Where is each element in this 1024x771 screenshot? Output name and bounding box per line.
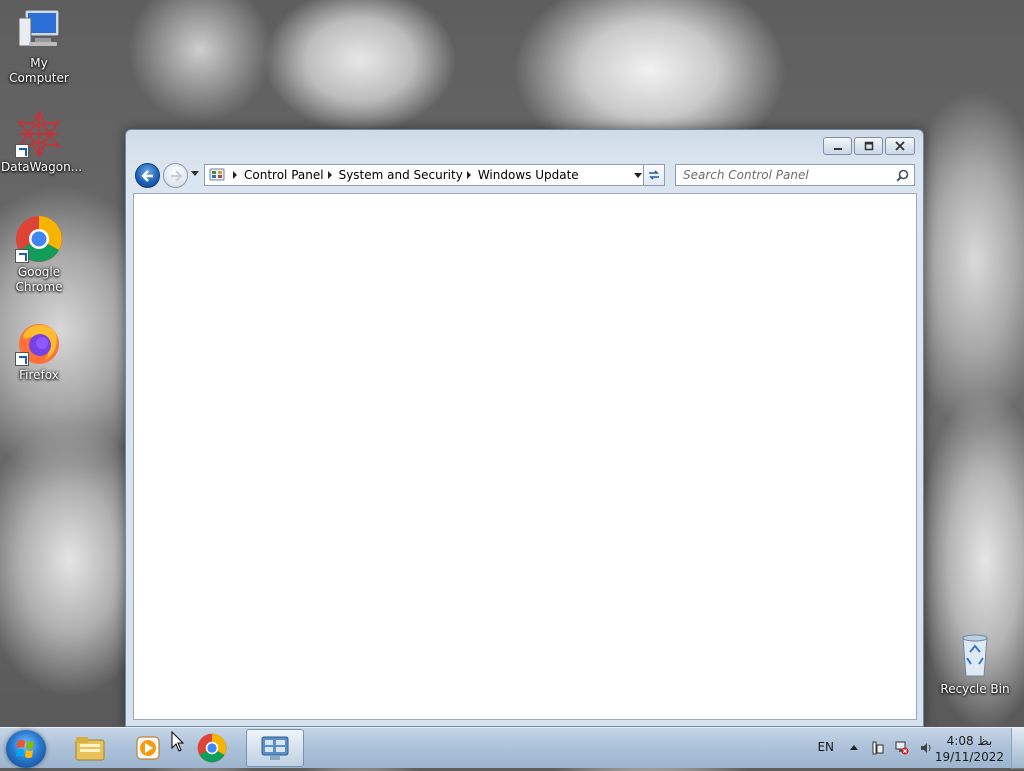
desktop-icon-label: My Computer (9, 56, 69, 85)
desktop-icon-recycle-bin[interactable]: Recycle Bin (937, 632, 1013, 697)
address-dropdown-icon[interactable] (634, 173, 642, 178)
datawagon-icon (15, 109, 63, 159)
clock-date: 19/11/2022 (934, 750, 1004, 764)
windows-logo-icon (16, 740, 34, 758)
taskbar-control-panel[interactable] (246, 729, 304, 767)
breadcrumb-system-and-security[interactable]: System and Security (339, 168, 463, 182)
chrome-icon (15, 215, 63, 263)
close-button[interactable] (885, 137, 915, 155)
chrome-icon (197, 733, 227, 763)
desktop-icon-label: Firefox (19, 368, 59, 382)
taskbar-media-player[interactable] (120, 729, 176, 767)
taskbar-chrome[interactable] (184, 729, 240, 767)
firefox-icon (15, 318, 63, 366)
minimize-button[interactable] (823, 137, 852, 155)
maximize-button[interactable] (854, 137, 883, 155)
media-player-icon (136, 736, 160, 760)
window-controls (823, 137, 915, 155)
clock-time: 4:08 بظ (946, 734, 993, 748)
windows-explorer-icon (75, 737, 105, 761)
desktop-icon-my-computer[interactable]: My Computer (1, 6, 77, 86)
navigation-bar: Control Panel System and Security Window… (134, 162, 915, 188)
close-icon (895, 141, 905, 151)
desktop-icon-label: Google Chrome (15, 265, 63, 294)
volume-icon[interactable] (919, 741, 933, 755)
shortcut-arrow-icon (15, 144, 29, 158)
desktop-icon-firefox[interactable]: Firefox (1, 318, 77, 383)
recycle-bin-icon (951, 632, 999, 680)
desktop-icon-datawagon[interactable]: DataWagon... (1, 109, 83, 175)
computer-icon (15, 6, 63, 54)
show-desktop-button[interactable] (1011, 728, 1024, 769)
forward-button[interactable] (163, 163, 188, 188)
shortcut-arrow-icon (15, 249, 29, 263)
desktop-icon-chrome[interactable]: Google Chrome (1, 215, 77, 295)
desktop-icon-label: Recycle Bin (940, 682, 1010, 696)
search-icon[interactable] (896, 169, 909, 182)
search-placeholder: Search Control Panel (683, 168, 809, 182)
breadcrumb-separator-icon[interactable] (327, 171, 332, 179)
content-area (133, 193, 917, 720)
shortcut-arrow-icon (15, 352, 29, 366)
desktop-icon-label: DataWagon... (1, 160, 83, 174)
network-error-icon[interactable] (895, 741, 909, 755)
mouse-cursor-icon (171, 731, 185, 752)
action-center-icon[interactable] (871, 741, 885, 755)
language-indicator[interactable]: EN (817, 740, 834, 754)
back-button[interactable] (135, 163, 160, 188)
back-arrow-icon (140, 169, 153, 182)
breadcrumb-separator-icon[interactable] (466, 171, 471, 179)
clock[interactable]: 4:08 بظ 19/11/2022 (935, 733, 1004, 765)
control-panel-icon (261, 736, 289, 760)
breadcrumb-separator-icon[interactable] (233, 171, 237, 179)
address-bar[interactable]: Control Panel System and Security Window… (204, 164, 647, 186)
forward-arrow-icon (170, 169, 183, 182)
recent-pages-dropdown-icon[interactable] (191, 171, 199, 176)
search-box[interactable]: Search Control Panel (675, 164, 915, 186)
refresh-button[interactable] (643, 164, 665, 186)
refresh-icon (649, 170, 659, 180)
control-panel-window[interactable]: Control Panel System and Security Window… (125, 129, 924, 727)
breadcrumb-windows-update[interactable]: Windows Update (478, 168, 579, 182)
taskbar: EN 4:08 بظ 19/11/2022 (0, 727, 1024, 769)
show-hidden-icons-icon[interactable] (850, 745, 858, 750)
start-button[interactable] (6, 730, 46, 768)
breadcrumb-control-panel[interactable]: Control Panel (244, 168, 324, 182)
maximize-icon (864, 141, 873, 151)
minimize-icon (833, 148, 842, 150)
control-panel-icon (209, 168, 225, 181)
taskbar-windows-explorer[interactable] (62, 729, 118, 767)
